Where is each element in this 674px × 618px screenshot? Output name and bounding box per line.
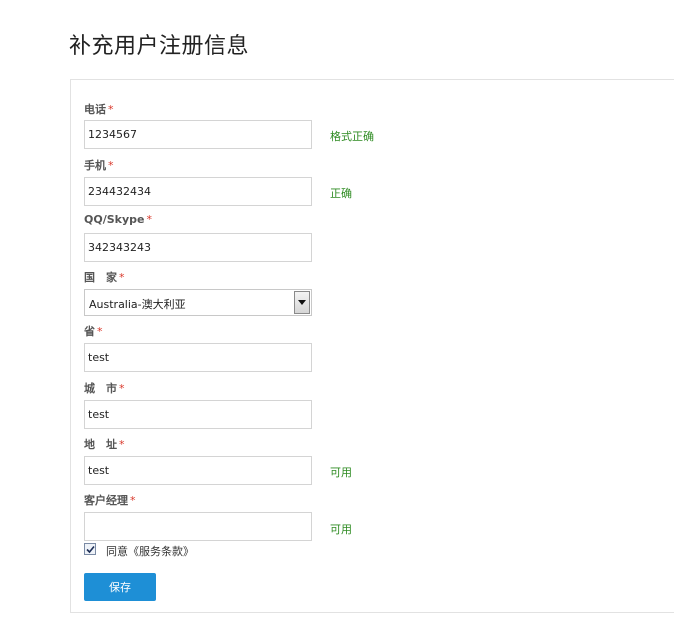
address-hint: 可用 — [330, 466, 352, 479]
required-mark: * — [108, 159, 114, 172]
address-label: 地 址 * — [84, 436, 125, 452]
mobile-label: 手机 * — [84, 157, 114, 173]
phone-label-text: 电话 — [84, 103, 106, 116]
city-label-text: 城 市 — [84, 382, 117, 395]
required-mark: * — [119, 271, 125, 284]
account-manager-input[interactable] — [84, 512, 312, 541]
agree-terms-checkbox[interactable] — [84, 543, 96, 555]
mobile-input[interactable] — [84, 177, 312, 206]
account-manager-label: 客户经理 * — [84, 492, 136, 508]
country-label: 国 家 * — [84, 269, 125, 285]
page-title: 补充用户注册信息 — [69, 34, 250, 59]
mobile-hint: 正确 — [330, 187, 352, 200]
save-button[interactable]: 保存 — [84, 573, 156, 601]
country-select-value: Australia-澳大利亚 — [89, 298, 186, 311]
province-label: 省 * — [84, 323, 103, 339]
province-label-text: 省 — [84, 325, 95, 338]
province-input[interactable] — [84, 343, 312, 372]
address-label-text: 地 址 — [84, 438, 117, 451]
mobile-label-text: 手机 — [84, 159, 106, 172]
dropdown-arrow-button[interactable] — [294, 291, 310, 314]
required-mark: * — [130, 494, 136, 507]
chevron-down-icon — [298, 300, 306, 305]
qq-skype-label: QQ/Skype * — [84, 213, 152, 226]
phone-hint: 格式正确 — [330, 130, 374, 143]
country-label-text: 国 家 — [84, 271, 117, 284]
agree-terms-label[interactable]: 同意《服务条款》 — [106, 543, 194, 559]
required-mark: * — [119, 382, 125, 395]
account-manager-hint: 可用 — [330, 523, 352, 536]
required-mark: * — [97, 325, 103, 338]
phone-input[interactable] — [84, 120, 312, 149]
required-mark: * — [119, 438, 125, 451]
qq-skype-input[interactable] — [84, 233, 312, 262]
address-input[interactable] — [84, 456, 312, 485]
required-mark: * — [108, 103, 114, 116]
qq-skype-label-text: QQ/Skype — [84, 213, 145, 226]
city-input[interactable] — [84, 400, 312, 429]
country-select[interactable]: Australia-澳大利亚 — [84, 289, 312, 316]
phone-label: 电话 * — [84, 101, 114, 117]
checkmark-icon — [86, 545, 95, 554]
required-mark: * — [146, 213, 152, 226]
account-manager-label-text: 客户经理 — [84, 494, 128, 507]
city-label: 城 市 * — [84, 380, 125, 396]
